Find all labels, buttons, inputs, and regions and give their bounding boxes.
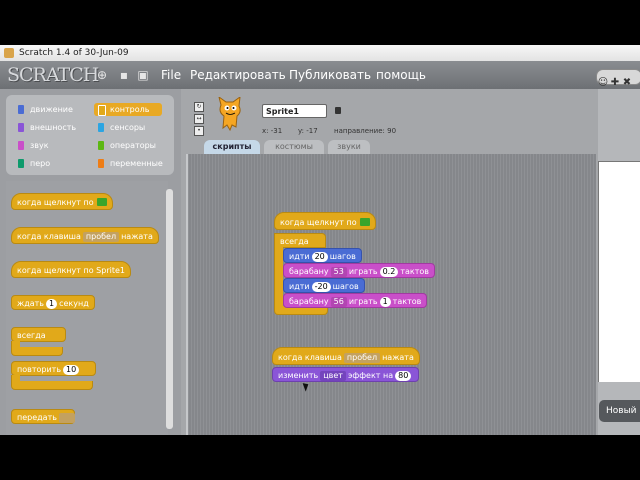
category-control[interactable]: контроль xyxy=(94,103,162,116)
sprite-cat-thumbnail[interactable] xyxy=(216,97,244,131)
forever-block[interactable]: всегда xyxy=(274,233,326,248)
tab-sounds[interactable]: звуки xyxy=(328,140,370,154)
category-pen[interactable]: перо xyxy=(14,157,82,170)
repeat-input[interactable]: 10 xyxy=(63,365,80,375)
play-drum-block[interactable]: барабану 56 играть 1 тактов xyxy=(283,293,428,308)
looks-color-icon xyxy=(18,123,24,132)
move-steps-input[interactable]: 20 xyxy=(311,252,328,262)
wait-input[interactable]: 1 xyxy=(46,299,58,309)
palette-when-flag-clicked[interactable]: когда щелкнут по xyxy=(11,193,113,210)
lock-icon[interactable] xyxy=(335,107,341,114)
effect-dropdown[interactable]: цвет xyxy=(320,371,346,381)
move-steps-input[interactable]: -20 xyxy=(311,282,331,292)
category-sound[interactable]: звук xyxy=(14,139,82,152)
change-effect-block[interactable]: изменить цвет эффект на 80 xyxy=(272,367,420,382)
pen-color-icon xyxy=(18,159,24,168)
palette-when-sprite-clicked[interactable]: когда щелкнут по Sprite1 xyxy=(11,261,131,278)
drum-dropdown[interactable]: 56 xyxy=(330,297,347,307)
stage-canvas[interactable] xyxy=(598,161,640,382)
broadcast-dropdown[interactable] xyxy=(58,413,75,423)
forever-arm xyxy=(274,247,283,307)
when-key-pressed-block[interactable]: когда клавиша пробел нажата xyxy=(272,347,420,365)
when-flag-clicked-block[interactable]: когда щелкнут по xyxy=(274,212,376,230)
menu-share[interactable]: Публиковать xyxy=(289,68,371,82)
palette-broadcast[interactable]: передать xyxy=(11,409,75,424)
person-icon[interactable]: ☺ xyxy=(597,77,609,88)
title-bar: Scratch 1.4 of 30-Jun-09 xyxy=(0,45,640,61)
control-color-icon xyxy=(98,105,106,116)
drum-dropdown[interactable]: 53 xyxy=(330,267,347,277)
scratch-window: Scratch 1.4 of 30-Jun-09 SCRATCH ⊕ ▪ ▣ F… xyxy=(0,45,640,435)
new-sprite-label[interactable]: Новый xyxy=(599,400,640,422)
sound-color-icon xyxy=(18,141,24,150)
beats-input[interactable]: 0.2 xyxy=(379,267,399,277)
category-operators[interactable]: операторы xyxy=(94,139,162,152)
left-pane: движение контроль внешность сенсоры звук… xyxy=(0,89,181,435)
category-looks[interactable]: внешность xyxy=(14,121,82,134)
category-variables[interactable]: переменные xyxy=(94,157,163,170)
palette-repeat[interactable]: повторить 10 xyxy=(11,361,96,376)
key-dropdown[interactable]: пробел xyxy=(343,353,381,363)
play-drum-block[interactable]: барабану 53 играть 0.2 тактов xyxy=(283,263,435,278)
share-icon[interactable]: ▣ xyxy=(137,69,149,81)
effect-value-input[interactable]: 80 xyxy=(395,371,412,381)
key-dropdown[interactable]: пробел xyxy=(82,232,120,242)
sprite-name-field[interactable]: Sprite1 xyxy=(262,104,327,118)
palette-scrollbar[interactable] xyxy=(166,189,173,429)
menu-help[interactable]: помощь xyxy=(376,68,426,82)
flip-style-icon[interactable]: ↔ xyxy=(194,114,204,124)
grow-icon[interactable]: ✚ xyxy=(609,77,621,88)
operators-color-icon xyxy=(98,141,104,150)
sprite-x: x: -31 xyxy=(262,127,283,135)
menu-bar: SCRATCH ⊕ ▪ ▣ File Редактировать Публико… xyxy=(0,61,640,89)
move-steps-block[interactable]: идти -20 шагов xyxy=(283,278,365,293)
variables-color-icon xyxy=(98,159,104,168)
rotate-style-icon[interactable]: ↻ xyxy=(194,102,204,112)
motion-color-icon xyxy=(18,105,24,114)
sprite-direction: направление: 90 xyxy=(334,127,397,135)
stage-pane xyxy=(598,89,640,435)
no-rotate-icon[interactable]: • xyxy=(194,126,204,136)
green-flag-icon xyxy=(96,198,107,206)
window-title: Scratch 1.4 of 30-Jun-09 xyxy=(19,48,129,58)
block-palette: когда щелкнут по когда клавиша пробел нажа… xyxy=(6,181,168,435)
scripts-area[interactable]: когда щелкнут по всегда идти 20 шагов бара… xyxy=(186,154,596,435)
menu-file[interactable]: File xyxy=(161,68,181,82)
app-icon xyxy=(4,48,14,58)
category-selector: движение контроль внешность сенсоры звук… xyxy=(6,95,174,175)
tab-costumes[interactable]: костюмы xyxy=(264,140,324,154)
sprite-y: y: -17 xyxy=(298,127,318,135)
shrink-icon[interactable]: ✖ xyxy=(621,77,633,88)
repeat-foot xyxy=(11,381,93,390)
palette-when-key-pressed[interactable]: когда клавиша пробел нажата xyxy=(11,227,159,244)
stage-tools: ☺ ✚ ✖ xyxy=(596,69,640,88)
palette-wait[interactable]: ждать 1 секунд xyxy=(11,295,95,310)
tab-scripts[interactable]: скрипты xyxy=(204,140,260,154)
move-steps-block[interactable]: идти 20 шагов xyxy=(283,248,362,263)
beats-input[interactable]: 1 xyxy=(379,297,391,307)
sensing-color-icon xyxy=(98,123,104,132)
globe-icon[interactable]: ⊕ xyxy=(96,69,108,81)
category-motion[interactable]: движение xyxy=(14,103,82,116)
menu-edit[interactable]: Редактировать xyxy=(190,68,286,82)
scratch-logo: SCRATCH xyxy=(7,64,99,86)
palette-forever[interactable]: всегда xyxy=(11,327,66,342)
category-sensing[interactable]: сенсоры xyxy=(94,121,162,134)
green-flag-icon xyxy=(359,218,370,226)
forever-foot xyxy=(11,347,63,356)
save-icon[interactable]: ▪ xyxy=(118,69,130,81)
